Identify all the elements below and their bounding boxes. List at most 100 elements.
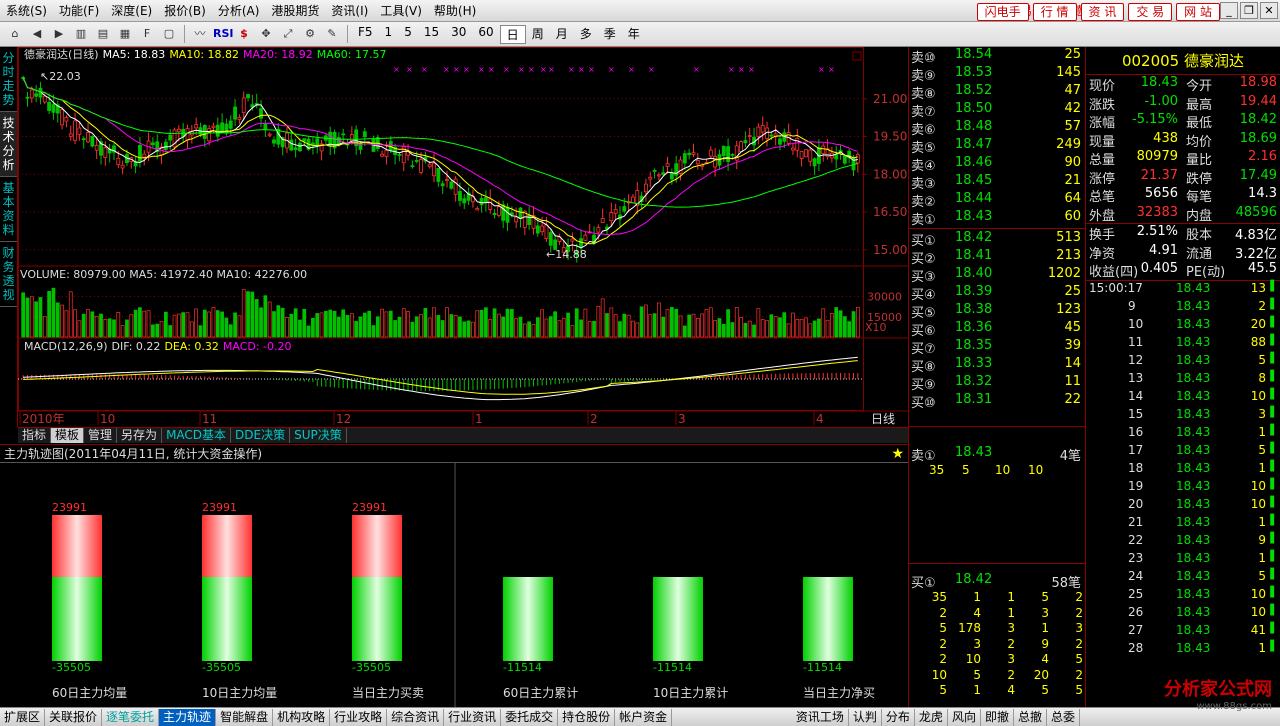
status-tab-3[interactable]: 主力轨迹	[159, 708, 217, 726]
buy-row-3[interactable]: 买④ 18.39 25	[909, 284, 1085, 303]
menu-item-6[interactable]: 资讯(I)	[325, 2, 374, 19]
status-right-3[interactable]: 龙虎	[915, 708, 948, 726]
rsi-button[interactable]: RSI	[213, 25, 234, 43]
status-tab-11[interactable]: 帐户资金	[615, 708, 673, 726]
menu-item-0[interactable]: 系统(S)	[0, 2, 53, 19]
bar-chart-icon[interactable]: ▤	[94, 25, 112, 43]
menu-item-3[interactable]: 报价(B)	[158, 2, 212, 19]
menu-item-2[interactable]: 深度(E)	[105, 2, 158, 19]
sell-row-7[interactable]: 卖③ 18.45 21	[909, 173, 1085, 192]
period-8[interactable]: 月	[550, 25, 574, 44]
status-tab-7[interactable]: 综合资讯	[387, 708, 445, 726]
menu-item-8[interactable]: 帮助(H)	[428, 2, 482, 19]
side-tab-1[interactable]: 技术分析	[0, 112, 17, 177]
sell-row-0[interactable]: 卖⑩ 18.54 25	[909, 47, 1085, 66]
top-button-0[interactable]: 闪电手	[976, 3, 1029, 21]
status-right-6[interactable]: 总撤	[1014, 708, 1047, 726]
side-tab-3[interactable]: 财务透视	[0, 242, 17, 307]
star-icon[interactable]: ★	[891, 445, 904, 463]
status-tab-1[interactable]: 关联报价	[45, 708, 103, 726]
sell-row-4[interactable]: 卖⑥ 18.48 57	[909, 119, 1085, 138]
period-6[interactable]: 日	[499, 24, 526, 44]
period-5[interactable]: 60	[472, 25, 499, 44]
menu-item-4[interactable]: 分析(A)	[212, 2, 266, 19]
grid-icon[interactable]: ▦	[116, 25, 134, 43]
period-9[interactable]: 多	[574, 25, 598, 44]
status-tab-5[interactable]: 机构攻略	[273, 708, 331, 726]
minimize-icon[interactable]: _	[1220, 2, 1238, 19]
home-icon[interactable]: ⌂	[6, 25, 24, 43]
buy-row-9[interactable]: 买⑩ 18.31 22	[909, 392, 1085, 411]
buy-row-7[interactable]: 买⑧ 18.33 14	[909, 356, 1085, 375]
bottom-tab-0[interactable]: 指标	[18, 428, 52, 443]
status-tab-9[interactable]: 委托成交	[501, 708, 559, 726]
status-tab-2[interactable]: 逐笔委托	[102, 708, 160, 726]
bottom-tab-6[interactable]: SUP决策	[290, 428, 347, 443]
menu-item-5[interactable]: 港股期货	[265, 2, 325, 19]
close-icon[interactable]: ✕	[1260, 2, 1278, 19]
sell-row-1[interactable]: 卖⑨ 18.53 145	[909, 65, 1085, 84]
tick-list[interactable]: 15:00:17 18.43 13 ▌ 9 18.43 2 ▌ 10 18.43 20 ▌ 11 18.4…	[1086, 281, 1280, 659]
status-right-7[interactable]: 总委	[1047, 708, 1080, 726]
sell-row-2[interactable]: 卖⑧ 18.52 47	[909, 83, 1085, 102]
menu-item-1[interactable]: 功能(F)	[53, 2, 105, 19]
top-button-4[interactable]: 网 站	[1176, 3, 1220, 21]
bottom-tab-3[interactable]: 另存为	[117, 428, 163, 443]
period-11[interactable]: 年	[622, 25, 646, 44]
back-icon[interactable]: ◀	[28, 25, 46, 43]
status-tab-0[interactable]: 扩展区	[0, 708, 46, 726]
period-3[interactable]: 15	[418, 25, 445, 44]
f10-icon[interactable]: F	[138, 25, 156, 43]
buy-row-0[interactable]: 买① 18.42 513	[909, 230, 1085, 249]
dollar-icon[interactable]: $	[235, 25, 253, 43]
zoom-icon[interactable]: ⤢	[279, 25, 297, 43]
pen-icon[interactable]: ✎	[323, 25, 341, 43]
menu-item-7[interactable]: 工具(V)	[374, 2, 428, 19]
period-1[interactable]: 1	[379, 25, 399, 44]
sell-row-8[interactable]: 卖② 18.44 64	[909, 191, 1085, 210]
status-tab-6[interactable]: 行业攻略	[330, 708, 388, 726]
side-tab-0[interactable]: 分时走势	[0, 47, 17, 112]
status-tab-10[interactable]: 持仓股份	[558, 708, 616, 726]
move-icon[interactable]: ✥	[257, 25, 275, 43]
expand-icon[interactable]	[852, 51, 862, 61]
buy-row-4[interactable]: 买⑤ 18.38 123	[909, 302, 1085, 321]
forward-icon[interactable]: ▶	[50, 25, 68, 43]
period-0[interactable]: F5	[352, 25, 379, 44]
status-tab-4[interactable]: 智能解盘	[216, 708, 274, 726]
buy-row-6[interactable]: 买⑦ 18.35 39	[909, 338, 1085, 357]
period-4[interactable]: 30	[445, 25, 472, 44]
buy-row-2[interactable]: 买③ 18.40 1202	[909, 266, 1085, 285]
bottom-tab-5[interactable]: DDE决策	[231, 428, 291, 443]
status-tab-8[interactable]: 行业资讯	[444, 708, 502, 726]
sell-row-5[interactable]: 卖⑤ 18.47 249	[909, 137, 1085, 156]
period-2[interactable]: 5	[398, 25, 418, 44]
side-tab-2[interactable]: 基本资料	[0, 177, 17, 242]
buy-row-8[interactable]: 买⑨ 18.32 11	[909, 374, 1085, 393]
buy-row-5[interactable]: 买⑥ 18.36 45	[909, 320, 1085, 339]
top-button-2[interactable]: 资 讯	[1080, 3, 1125, 21]
period-10[interactable]: 季	[598, 25, 622, 44]
kline-chart[interactable]: 21.00 19.50 18.00 16.50 15.00 德豪润达(日线) MA5: 18…	[18, 47, 908, 427]
top-button-3[interactable]: 交 易	[1128, 3, 1173, 21]
document-icon[interactable]: ▢	[160, 25, 178, 43]
bottom-tab-2[interactable]: 管理	[84, 428, 118, 443]
bottom-tab-4[interactable]: MACD基本	[162, 428, 232, 443]
status-right-5[interactable]: 即撤	[981, 708, 1014, 726]
sell-row-6[interactable]: 卖④ 18.46 90	[909, 155, 1085, 174]
line-chart-icon[interactable]: 〰	[191, 25, 209, 43]
status-right-1[interactable]: 认判	[849, 708, 882, 726]
period-7[interactable]: 周	[526, 25, 550, 44]
sell-row-9[interactable]: 卖① 18.43 60	[909, 209, 1085, 228]
sell-row-3[interactable]: 卖⑦ 18.50 42	[909, 101, 1085, 120]
status-right-0[interactable]: 资讯工场	[792, 708, 849, 726]
bottom-tab-1[interactable]: 模板	[51, 428, 85, 443]
kline-icon[interactable]: ▥	[72, 25, 90, 43]
tools-icon[interactable]: ⚙	[301, 25, 319, 43]
status-right-2[interactable]: 分布	[882, 708, 915, 726]
volume-bar	[181, 312, 186, 338]
buy-row-1[interactable]: 买② 18.41 213	[909, 248, 1085, 267]
restore-icon[interactable]: ❐	[1240, 2, 1258, 19]
top-button-1[interactable]: 行 情	[1032, 3, 1077, 21]
status-right-4[interactable]: 风向	[948, 708, 981, 726]
